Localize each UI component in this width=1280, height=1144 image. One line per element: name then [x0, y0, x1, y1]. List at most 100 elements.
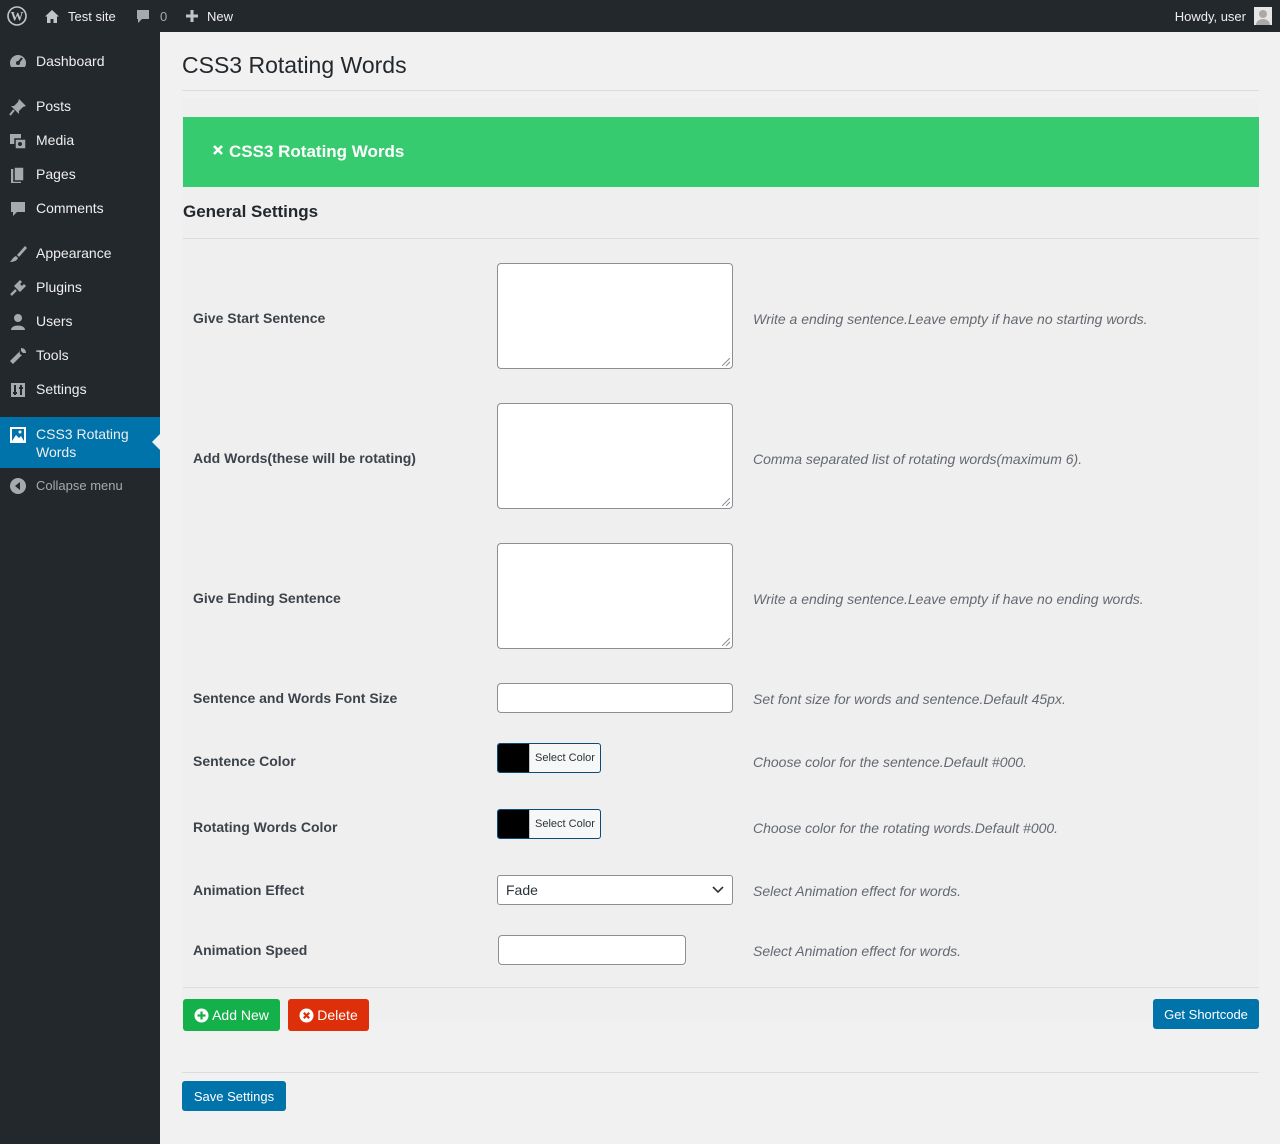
plugin-banner: CSS3 Rotating Words: [183, 117, 1259, 187]
sidebar-item-media[interactable]: Media: [0, 123, 160, 157]
divider: [183, 238, 1259, 239]
comments-count: 0: [160, 8, 168, 24]
dashboard-icon: [8, 52, 28, 72]
pin-icon: [8, 97, 28, 117]
sidebar-item-users[interactable]: Users: [0, 304, 160, 338]
sidebar-item-settings[interactable]: Settings: [0, 372, 160, 406]
wordpress-logo-icon[interactable]: W: [6, 0, 28, 32]
sidebar-item-tools[interactable]: Tools: [0, 338, 160, 372]
sentence-color-label: Sentence Color: [193, 753, 296, 769]
color-swatch: [498, 810, 529, 838]
pages-icon: [8, 165, 28, 185]
sidebar-item-label: Tools: [36, 347, 69, 363]
words-color-picker[interactable]: Select Color: [497, 809, 601, 839]
svg-text:W: W: [11, 9, 24, 24]
font-size-description: Set font size for words and sentence.Def…: [753, 691, 1066, 707]
sidebar-item-css3-rotating-words[interactable]: CSS3 Rotating Words: [0, 417, 160, 468]
close-icon[interactable]: [211, 142, 225, 162]
animation-effect-description: Select Animation effect for words.: [753, 883, 962, 899]
sidebar-item-label: Comments: [36, 200, 104, 216]
sidebar-item-posts[interactable]: Posts: [0, 89, 160, 123]
words-color-label: Rotating Words Color: [193, 819, 338, 835]
select-color-label: Select Color: [529, 810, 600, 838]
comment-icon: [8, 199, 28, 219]
comments-link[interactable]: 0: [135, 0, 167, 32]
page-title: CSS3 Rotating Words: [182, 52, 407, 78]
collapse-menu-label: Collapse menu: [36, 477, 123, 493]
resize-grip-icon[interactable]: [722, 638, 730, 646]
sidebar-item-label: Users: [36, 313, 73, 329]
plus-icon: [185, 9, 199, 23]
sliders-icon: [8, 380, 28, 400]
get-shortcode-button[interactable]: Get Shortcode: [1153, 999, 1259, 1029]
comment-bubble-icon: [135, 9, 151, 24]
words-description: Comma separated list of rotating words(m…: [753, 451, 1083, 467]
sidebar-item-label: Dashboard: [36, 53, 105, 69]
sidebar-item-pages[interactable]: Pages: [0, 157, 160, 191]
sidebar-item-label: CSS3 Rotating Words: [36, 426, 129, 460]
end-sentence-textarea[interactable]: [497, 543, 733, 649]
sidebar-item-comments[interactable]: Comments: [0, 191, 160, 225]
selected-value: Fade: [506, 882, 538, 898]
site-name: Test site: [68, 8, 116, 24]
delete-button[interactable]: Delete: [288, 999, 369, 1031]
brush-icon: [8, 244, 28, 264]
animation-effect-label: Animation Effect: [193, 882, 305, 898]
howdy-text: Howdy, user: [1174, 8, 1246, 24]
sidebar-item-label: Settings: [36, 381, 87, 397]
section-title: General Settings: [183, 202, 319, 221]
delete-label: Delete: [317, 1007, 358, 1023]
wrench-icon: [8, 346, 28, 366]
words-textarea[interactable]: [497, 403, 733, 509]
new-label: New: [207, 8, 234, 24]
start-sentence-textarea[interactable]: [497, 263, 733, 369]
sidebar-item-dashboard[interactable]: Dashboard: [0, 44, 160, 78]
sidebar-item-label: Appearance: [36, 245, 112, 261]
color-swatch: [498, 744, 529, 772]
start-sentence-label: Give Start Sentence: [193, 310, 326, 326]
sentence-color-description: Choose color for the sentence.Default #0…: [753, 754, 1027, 770]
font-size-input[interactable]: [497, 683, 733, 713]
user-icon: [8, 312, 28, 332]
banner-title: CSS3 Rotating Words: [229, 142, 405, 161]
start-sentence-description: Write a ending sentence.Leave empty if h…: [753, 311, 1148, 327]
sidebar-item-label: Posts: [36, 98, 72, 114]
sidebar-item-appearance[interactable]: Appearance: [0, 236, 160, 270]
animation-speed-input[interactable]: [498, 935, 686, 965]
new-content-link[interactable]: New: [185, 0, 233, 32]
animation-effect-select[interactable]: Fade: [497, 875, 733, 905]
animation-speed-description: Select Animation effect for words.: [753, 943, 962, 959]
plug-icon: [8, 278, 28, 298]
select-color-label: Select Color: [529, 744, 600, 772]
divider: [182, 1072, 1259, 1073]
sidebar-item-label: Media: [36, 132, 75, 148]
chevron-down-icon: [712, 886, 724, 894]
sidebar-item-plugins[interactable]: Plugins: [0, 270, 160, 304]
animation-speed-label: Animation Speed: [193, 942, 308, 958]
resize-grip-icon[interactable]: [722, 358, 730, 366]
collapse-menu-button[interactable]: Collapse menu: [0, 468, 160, 502]
resize-grip-icon[interactable]: [722, 498, 730, 506]
font-size-label: Sentence and Words Font Size: [193, 690, 398, 706]
settings-panel: CSS3 Rotating Words General Settings Giv…: [182, 98, 1259, 1020]
collapse-arrow-icon: [8, 476, 28, 496]
account-menu[interactable]: Howdy, user: [1175, 0, 1272, 32]
end-sentence-label: Give Ending Sentence: [193, 590, 341, 606]
home-icon: [44, 9, 60, 24]
divider: [182, 90, 1259, 91]
site-name-link[interactable]: Test site: [44, 0, 116, 32]
media-icon: [8, 131, 28, 151]
avatar: [1254, 7, 1272, 25]
sentence-color-picker[interactable]: Select Color: [497, 743, 601, 773]
admin-bar: W Test site 0 New Howdy, user: [0, 0, 1280, 32]
sidebar-item-label: Pages: [36, 166, 76, 182]
sidebar-item-label: Plugins: [36, 279, 82, 295]
end-sentence-description: Write a ending sentence.Leave empty if h…: [753, 591, 1144, 607]
admin-sidebar: Dashboard Posts Media Pages Comments App…: [0, 32, 160, 1144]
plus-circle-icon: [194, 1008, 209, 1022]
close-circle-icon: [299, 1008, 314, 1022]
add-new-button[interactable]: Add New: [183, 999, 280, 1031]
divider: [183, 987, 1259, 988]
save-settings-button[interactable]: Save Settings: [182, 1081, 286, 1111]
words-color-description: Choose color for the rotating words.Defa…: [753, 820, 1059, 836]
